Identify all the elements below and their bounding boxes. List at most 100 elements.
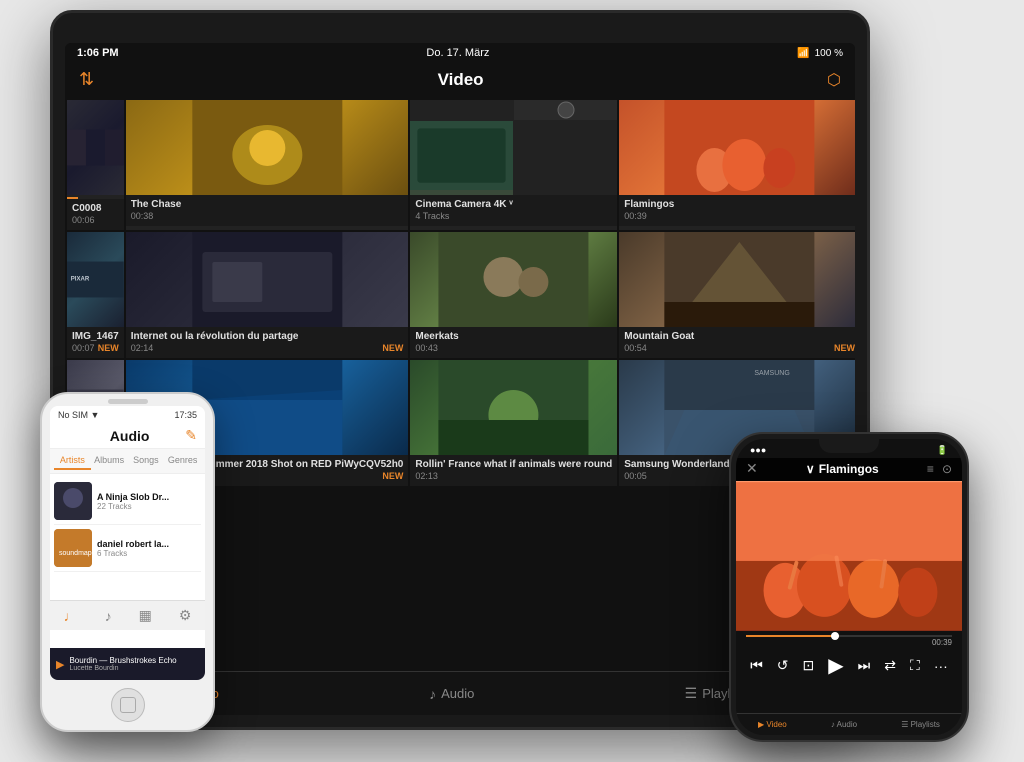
phone-tab-songs[interactable]: Songs [128, 452, 165, 470]
video-cell-img1467[interactable]: PIXAR NEW IMG_1467 00:07 [67, 232, 124, 358]
phone-new-device: ●●● 🔋 ✕ ∨ Flamingos ≡ ⊙ [729, 432, 969, 742]
phone-subtitle-icon[interactable]: ⊡ [803, 657, 815, 674]
svg-text:PIXAR: PIXAR [71, 276, 90, 282]
phone-old-home-button[interactable] [111, 688, 145, 722]
artist-item-ninja[interactable]: A Ninja Slob Dr... 22 Tracks [54, 478, 201, 525]
tablet-title: Video [438, 70, 484, 90]
phone-speaker [108, 399, 148, 404]
settings-icon[interactable]: ≡ [927, 462, 934, 476]
video-title-chase: The Chase [131, 199, 404, 210]
tablet-status-right: 📶 100 % [797, 48, 843, 59]
phone-new-header-icons: ≡ ⊙ [927, 462, 952, 476]
video-cell-meerkats[interactable]: Meerkats 00:43 [410, 232, 617, 358]
phone-artist-list: A Ninja Slob Dr... 22 Tracks soundmap da… [50, 474, 205, 576]
artist-ninja-info: A Ninja Slob Dr... 22 Tracks [97, 492, 201, 511]
now-playing-artist: Lucette Bourdin [69, 665, 199, 672]
phone-old-header: Audio ✎ [50, 424, 205, 449]
phone-more-icon[interactable]: ··· [934, 658, 948, 674]
svg-text:soundmap: soundmap [59, 550, 92, 557]
now-playing-title: Bourdin — Brushstrokes Echo [69, 656, 199, 665]
video-cell-flamingos[interactable]: Flamingos 00:39 [619, 100, 855, 230]
phone-new-controls: ⏮ ↺ ⊡ ▶ ⏭ ⇄ ⛶ ··· [736, 647, 962, 684]
video-duration-c0008: 00:06 [72, 215, 119, 225]
phone-seek-back-icon[interactable]: ↺ [777, 657, 789, 674]
phone-new-progress-bar[interactable] [746, 635, 952, 637]
phone-tab-albums[interactable]: Albums [91, 452, 128, 470]
new-badge-red-hdr: NEW [382, 471, 403, 481]
carrier-info: No SIM ▼ [58, 410, 99, 420]
video-tracks-cinema: 4 Tracks [415, 211, 612, 221]
progress-dot [831, 632, 839, 640]
phone-notch [819, 439, 879, 453]
phone-forward-icon[interactable]: ⏭ [858, 657, 871, 674]
video-cell-c0008[interactable]: C0008 00:06 [67, 100, 124, 230]
phone-tab-artists[interactable]: Artists [54, 452, 91, 470]
now-playing-info: Bourdin — Brushstrokes Echo Lucette Bour… [69, 656, 199, 672]
phone-new-tab-playlists[interactable]: ☰ Playlists [901, 720, 940, 729]
phone-old-time: 17:35 [174, 410, 197, 420]
video-title-img1467: IMG_1467 [72, 331, 119, 342]
sort-icon[interactable]: ⇅ [79, 69, 94, 90]
video-duration-internet: 02:14 [131, 343, 404, 353]
video-title-meerkats: Meerkats [415, 331, 612, 342]
airplay-icon[interactable]: ⊙ [942, 462, 952, 476]
phone-play-button[interactable]: ▶ [828, 653, 843, 678]
video-title-mountain: Mountain Goat [624, 331, 855, 342]
phone-now-playing[interactable]: ▶ Bourdin — Brushstrokes Echo Lucette Bo… [50, 648, 205, 680]
artist-daniel-info: daniel robert la... 6 Tracks [97, 539, 201, 558]
artist-daniel-tracks: 6 Tracks [97, 549, 201, 558]
video-cell-internet[interactable]: NEW Internet ou la révolution du partage… [126, 232, 409, 358]
tab-audio[interactable]: ♪ Audio [429, 686, 474, 702]
phone-shuffle-icon[interactable]: ⇄ [884, 657, 896, 674]
video-title-internet: Internet ou la révolution du partage [131, 331, 404, 342]
phone-new-time-display: 00:39 [736, 638, 962, 647]
new-badge-internet: NEW [382, 343, 403, 353]
video-cell-rollin[interactable]: Rollin' France what if animals were roun… [410, 360, 617, 486]
phone-new-video-thumb [736, 481, 962, 631]
progress-fill [746, 635, 839, 637]
phone-fullscreen-icon[interactable]: ⛶ [910, 657, 920, 674]
video-title-cinema: Cinema Camera 4K ᵛ [415, 199, 612, 210]
video-cell-mountain[interactable]: NEW Mountain Goat 00:54 [619, 232, 855, 358]
video-duration-mountain: 00:54 [624, 343, 855, 353]
phone-old-status-bar: No SIM ▼ 17:35 [50, 406, 205, 424]
artist-daniel-name: daniel robert la... [97, 539, 201, 549]
bottom-icon-gear[interactable]: ⚙ [179, 607, 192, 624]
phone-old-edit[interactable]: ✎ [185, 427, 197, 444]
current-time: 00:39 [932, 638, 952, 647]
phone-old-tabs: Artists Albums Songs Genres [50, 449, 205, 474]
tab-audio-label: Audio [441, 686, 474, 701]
edit-icon[interactable]: ⬡ [827, 70, 841, 90]
phone-new-header: ✕ ∨ Flamingos ≡ ⊙ [736, 458, 962, 481]
close-button[interactable]: ✕ [746, 460, 758, 477]
video-duration-meerkats: 00:43 [415, 343, 612, 353]
bottom-icon-music[interactable]: ♩ [64, 608, 78, 624]
video-duration-chase: 00:38 [131, 211, 404, 221]
phone-old-title: Audio [110, 428, 150, 444]
artist-item-daniel[interactable]: soundmap daniel robert la... 6 Tracks [54, 525, 201, 572]
video-title-flamingos: Flamingos [624, 199, 855, 210]
tablet-header: ⇅ Video ⬡ [65, 63, 855, 98]
bottom-icon-bars[interactable]: ▦ [139, 607, 152, 624]
phone-new-tab-audio[interactable]: ♪ Audio [831, 720, 857, 729]
tablet-status-bar: 1:06 PM Do. 17. März 📶 100 % [65, 43, 855, 63]
bottom-icon-note[interactable]: ♪ [105, 608, 112, 624]
phone-new-screen: ●●● 🔋 ✕ ∨ Flamingos ≡ ⊙ [736, 439, 962, 735]
svg-text:SAMSUNG: SAMSUNG [755, 370, 790, 377]
artist-ninja-tracks: 22 Tracks [97, 502, 201, 511]
video-cell-chase[interactable]: The Chase 00:38 [126, 100, 409, 230]
phone-new-tab-video[interactable]: ▶ Video [758, 720, 787, 729]
chevron-icon: ∨ [806, 462, 815, 476]
new-badge-mountain: NEW [834, 343, 855, 353]
phone-old-device: No SIM ▼ 17:35 Audio ✎ Artists Albums So… [40, 392, 215, 732]
wifi-icon: 📶 [797, 48, 809, 59]
phone-new-bottom-bar: ▶ Video ♪ Audio ☰ Playlists [736, 713, 962, 735]
phone-rewind-icon[interactable]: ⏮ [750, 657, 763, 674]
phone-new-battery: 🔋 [937, 445, 948, 456]
playlists-tab-icon: ☰ [685, 685, 698, 702]
video-duration-rollin: 02:13 [415, 471, 612, 481]
phone-tab-genres[interactable]: Genres [164, 452, 201, 470]
video-cell-cinema[interactable]: Cinema Camera 4K ᵛ 4 Tracks [410, 100, 617, 230]
phone-old-bottom-bar: ♩ ♪ ▦ ⚙ [50, 600, 205, 630]
tablet-date: Do. 17. März [426, 47, 489, 59]
